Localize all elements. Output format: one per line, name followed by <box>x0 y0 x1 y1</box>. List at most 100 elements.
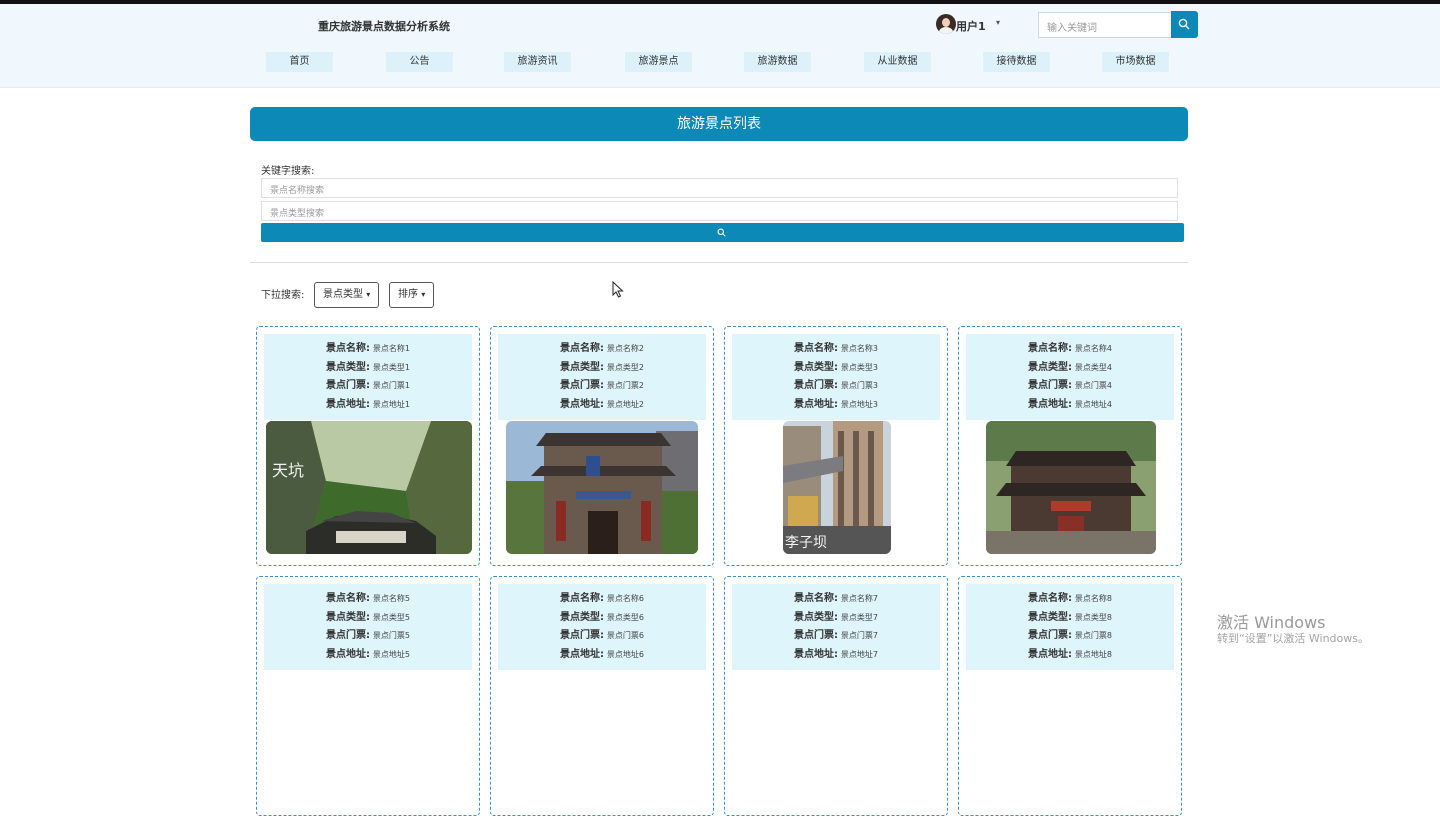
scenic-card[interactable]: 景点名称: 景点名称1 景点类型: 景点类型1 景点门票: 景点门票1 景点地址… <box>256 326 480 566</box>
scenic-card[interactable]: 景点名称: 景点名称4 景点类型: 景点类型4 景点门票: 景点门票4 景点地址… <box>958 326 1182 566</box>
keyword-search-label: 关键字搜索: <box>261 166 315 177</box>
scenic-type-search-input[interactable]: 景点类型搜索 <box>261 201 1178 221</box>
scenic-name: 景点名称1 <box>372 344 410 353</box>
scenic-photo[interactable]: 天坑 <box>266 421 472 554</box>
scenic-card[interactable]: 景点名称: 景点名称3 景点类型: 景点类型3 景点门票: 景点门票3 景点地址… <box>724 326 948 566</box>
scenic-info: 景点名称: 景点名称5 景点类型: 景点类型5 景点门票: 景点门票5 景点地址… <box>264 584 472 670</box>
nav-item-announcement[interactable]: 公告 <box>386 52 453 72</box>
scenic-info: 景点名称: 景点名称7 景点类型: 景点类型7 景点门票: 景点门票7 景点地址… <box>732 584 940 670</box>
scenic-address: 景点地址4 <box>1074 399 1112 409</box>
photo-caption: 李子坝 <box>785 535 827 551</box>
field-label: 景点名称: <box>326 593 371 604</box>
field-label: 景点类型: <box>560 611 605 623</box>
nav-item-scenic-spots[interactable]: 旅游景点 <box>625 52 692 72</box>
field-label: 景点地址: <box>1028 398 1073 410</box>
scenic-address: 景点地址3 <box>840 399 878 409</box>
nav-item-travel-news[interactable]: 旅游资讯 <box>504 52 571 72</box>
scenic-ticket: 景点门票7 <box>840 631 878 640</box>
scenic-type: 景点类型2 <box>606 362 644 372</box>
scenic-name: 景点名称2 <box>606 344 644 353</box>
chevron-down-icon[interactable]: ▾ <box>996 18 1000 27</box>
scenic-name: 景点名称8 <box>1074 594 1112 603</box>
scenic-ticket: 景点门票4 <box>1074 381 1112 390</box>
sort-dropdown[interactable]: 排序 ▾ <box>389 282 435 308</box>
scenic-card[interactable]: 景点名称: 景点名称5 景点类型: 景点类型5 景点门票: 景点门票5 景点地址… <box>256 576 480 816</box>
scenic-photo[interactable]: 李子坝 <box>783 421 891 554</box>
user-avatar[interactable] <box>936 14 956 34</box>
field-label: 景点类型: <box>560 361 605 373</box>
scenic-type-dropdown-label: 景点类型 <box>323 289 363 300</box>
field-label: 景点名称: <box>560 593 605 604</box>
field-label: 景点名称: <box>326 343 371 354</box>
search-icon <box>717 228 726 237</box>
scenic-card[interactable]: 景点名称: 景点名称2 景点类型: 景点类型2 景点门票: 景点门票2 景点地址… <box>490 326 714 566</box>
field-label: 景点类型: <box>794 611 839 623</box>
dropdown-search-label: 下拉搜索: <box>261 290 305 301</box>
header-search-button[interactable] <box>1171 11 1198 38</box>
scenic-type: 景点类型4 <box>1074 362 1112 372</box>
scenic-type: 景点类型7 <box>840 612 878 622</box>
scenic-address: 景点地址7 <box>840 649 878 659</box>
caret-down-icon: ▾ <box>366 290 371 299</box>
field-label: 景点地址: <box>326 398 371 410</box>
scenic-address: 景点地址2 <box>606 399 644 409</box>
nav-item-home[interactable]: 首页 <box>266 52 333 72</box>
nav-item-reception-data[interactable]: 接待数据 <box>983 52 1050 72</box>
field-label: 景点门票: <box>794 380 839 391</box>
scenic-ticket: 景点门票6 <box>606 631 644 640</box>
scenic-type: 景点类型1 <box>372 362 410 372</box>
scenic-photo[interactable] <box>506 421 698 554</box>
scenic-info: 景点名称: 景点名称4 景点类型: 景点类型4 景点门票: 景点门票4 景点地址… <box>966 334 1174 420</box>
scenic-address: 景点地址6 <box>606 649 644 659</box>
field-label: 景点地址: <box>326 648 371 660</box>
scenic-name-search-input[interactable]: 景点名称搜索 <box>261 178 1178 198</box>
username[interactable]: 用户1 <box>956 18 986 34</box>
caret-down-icon: ▾ <box>421 290 426 299</box>
scenic-card[interactable]: 景点名称: 景点名称8 景点类型: 景点类型8 景点门票: 景点门票8 景点地址… <box>958 576 1182 816</box>
scenic-photo[interactable] <box>986 421 1156 554</box>
scenic-ticket: 景点门票1 <box>372 381 410 390</box>
scenic-card[interactable]: 景点名称: 景点名称6 景点类型: 景点类型6 景点门票: 景点门票6 景点地址… <box>490 576 714 816</box>
scenic-info: 景点名称: 景点名称6 景点类型: 景点类型6 景点门票: 景点门票6 景点地址… <box>498 584 706 670</box>
nav-item-travel-data[interactable]: 旅游数据 <box>744 52 811 72</box>
scenic-type-dropdown[interactable]: 景点类型 ▾ <box>314 282 380 308</box>
scenic-type: 景点类型3 <box>840 362 878 372</box>
field-label: 景点名称: <box>794 343 839 354</box>
page-title: 旅游景点列表 <box>250 107 1188 141</box>
field-label: 景点门票: <box>794 630 839 641</box>
field-label: 景点类型: <box>1028 361 1073 373</box>
scenic-ticket: 景点门票3 <box>840 381 878 390</box>
field-label: 景点名称: <box>560 343 605 354</box>
field-label: 景点地址: <box>794 648 839 660</box>
site-title: 重庆旅游景点数据分析系统 <box>318 20 450 33</box>
field-label: 景点门票: <box>326 380 371 391</box>
scenic-type: 景点类型8 <box>1074 612 1112 622</box>
header-search-input[interactable]: 输入关键词 <box>1038 12 1172 38</box>
windows-activation-hint: 转到“设置”以激活 Windows。 <box>1217 632 1369 645</box>
scenic-name: 景点名称5 <box>372 594 410 603</box>
divider <box>250 262 1188 263</box>
nav-item-employment-data[interactable]: 从业数据 <box>864 52 931 72</box>
field-label: 景点类型: <box>326 611 371 623</box>
search-icon <box>1178 18 1190 30</box>
scenic-ticket: 景点门票8 <box>1074 631 1112 640</box>
field-label: 景点名称: <box>1028 593 1073 604</box>
search-submit-button[interactable] <box>261 223 1184 242</box>
nav-item-market-data[interactable]: 市场数据 <box>1102 52 1169 72</box>
scenic-address: 景点地址5 <box>372 649 410 659</box>
scenic-address: 景点地址1 <box>372 399 410 409</box>
field-label: 景点门票: <box>326 630 371 641</box>
scenic-card[interactable]: 景点名称: 景点名称7 景点类型: 景点类型7 景点门票: 景点门票7 景点地址… <box>724 576 948 816</box>
scenic-name: 景点名称6 <box>606 594 644 603</box>
field-label: 景点地址: <box>560 398 605 410</box>
sort-dropdown-label: 排序 <box>398 289 418 300</box>
field-label: 景点门票: <box>1028 380 1073 391</box>
photo-caption: 天坑 <box>272 461 304 480</box>
field-label: 景点门票: <box>560 630 605 641</box>
field-label: 景点类型: <box>1028 611 1073 623</box>
field-label: 景点名称: <box>794 593 839 604</box>
scenic-ticket: 景点门票5 <box>372 631 410 640</box>
field-label: 景点名称: <box>1028 343 1073 354</box>
site-header: 重庆旅游景点数据分析系统 用户1 ▾ 输入关键词 首页 公告 旅游资讯 旅游景点… <box>0 4 1440 88</box>
field-label: 景点地址: <box>794 398 839 410</box>
